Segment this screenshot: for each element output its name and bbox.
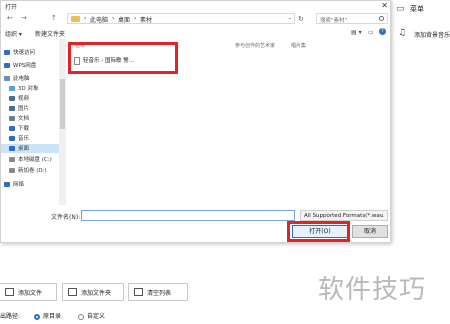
preview-pane-icon[interactable]: ▭ xyxy=(368,29,374,36)
open-file-dialog: 打开 ✕ ← → ↑ › 此电脑 › 桌面 › 素材 ⌄ ↻ 搜索"素材" 组织… xyxy=(0,0,391,243)
trash-icon xyxy=(134,288,143,296)
sidebar-item-pictures[interactable]: 图片 xyxy=(9,104,29,112)
close-icon[interactable]: ✕ xyxy=(381,1,388,10)
watermark: 软件技巧 xyxy=(318,275,427,305)
add-folder-button[interactable]: 添加文件夹 xyxy=(62,283,124,301)
add-file-icon xyxy=(5,288,14,296)
organize-button[interactable]: 组织 ▾ xyxy=(5,29,22,38)
network-icon xyxy=(4,182,10,187)
breadcrumb-sep: › xyxy=(84,15,87,22)
sidebar-item-documents[interactable]: 文档 xyxy=(9,114,29,122)
download-icon xyxy=(9,126,15,131)
breadcrumb-desktop[interactable]: 桌面 xyxy=(118,15,130,24)
search-placeholder: 搜索"素材" xyxy=(320,18,348,24)
sidebar-item-videos[interactable]: 视频 xyxy=(9,94,29,102)
desktop-icon xyxy=(9,146,15,151)
chevron-down-icon: ⌄ xyxy=(380,213,385,219)
disk-icon xyxy=(9,157,15,162)
chevron-down-icon[interactable]: ⌄ xyxy=(288,15,292,21)
sidebar-item-drive-c[interactable]: 本地磁盘 (C:) xyxy=(9,155,52,163)
breadcrumb-sep: › xyxy=(112,15,115,22)
forward-arrow-icon[interactable]: → xyxy=(21,14,27,22)
navigation-pane: 快速访问 WPS网盘 此电脑 3D 对象 视频 图片 文档 下载 音乐 桌面 本… xyxy=(1,45,59,205)
radio-unchecked[interactable] xyxy=(78,313,84,320)
column-header-artists[interactable]: 参与创作的艺术家 xyxy=(235,42,275,49)
star-icon xyxy=(4,50,10,55)
cloud-icon xyxy=(4,63,10,68)
add-bgm-button[interactable]: 添加背景音乐 xyxy=(414,30,450,39)
music-icon xyxy=(9,136,15,141)
music-note-icon: ♫ xyxy=(398,28,407,38)
breadcrumb-material[interactable]: 素材 xyxy=(140,15,152,24)
folder-icon xyxy=(71,16,80,22)
file-type-value: All Supported Formats(*.wav xyxy=(304,213,383,219)
up-arrow-icon[interactable]: ↑ xyxy=(51,14,57,22)
refresh-icon[interactable]: ↻ xyxy=(298,15,304,23)
dialog-titlebar: 打开 ✕ xyxy=(1,1,392,12)
search-icon xyxy=(379,16,384,21)
dialog-toolbar: 组织 ▾ 新建文件夹 ▤ ▾ ▭ ? xyxy=(1,26,392,38)
highlight-box-open xyxy=(287,221,350,242)
sidebar-item-network[interactable]: 网络 xyxy=(4,180,24,188)
menu-icon[interactable]: ▭ xyxy=(396,4,405,14)
sidebar-item-downloads[interactable]: 下载 xyxy=(9,124,29,132)
clear-list-button[interactable]: 清空列表 xyxy=(128,283,188,301)
breadcrumb-sep: › xyxy=(134,15,137,22)
breadcrumb-this-pc[interactable]: 此电脑 xyxy=(90,15,108,24)
address-bar[interactable]: › 此电脑 › 桌面 › 素材 ⌄ xyxy=(67,13,295,24)
sidebar-item-this-pc[interactable]: 此电脑 xyxy=(4,74,30,82)
sidebar-item-drive-d[interactable]: 新加卷 (D:) xyxy=(9,166,47,174)
option-custom[interactable]: 自定义 xyxy=(78,311,105,320)
sidebar-item-wps-cloud[interactable]: WPS网盘 xyxy=(4,61,36,69)
computer-icon xyxy=(4,76,10,81)
sidebar-scrollbar[interactable] xyxy=(59,39,66,205)
sidebar-item-quick-access[interactable]: 快速访问 xyxy=(4,48,35,56)
menu-button[interactable]: 菜单 xyxy=(410,4,424,14)
sidebar-item-desktop[interactable]: 桌面 xyxy=(1,144,59,153)
highlight-box-file xyxy=(68,42,178,74)
option-original-dir[interactable]: 原目录 xyxy=(34,311,61,320)
output-path-label: 出路径: xyxy=(0,313,21,320)
help-icon[interactable]: ? xyxy=(379,28,386,35)
document-icon xyxy=(9,116,15,121)
add-file-button[interactable]: 添加文件 xyxy=(0,283,57,301)
dialog-title: 打开 xyxy=(5,4,18,11)
scrollbar-thumb[interactable] xyxy=(60,79,65,129)
file-type-select[interactable]: All Supported Formats(*.wav ⌄ xyxy=(300,210,388,221)
sidebar-item-3d-objects[interactable]: 3D 对象 xyxy=(9,84,38,92)
picture-icon xyxy=(9,106,15,111)
radio-checked[interactable] xyxy=(34,313,40,320)
new-folder-button[interactable]: 新建文件夹 xyxy=(35,29,65,38)
filename-label: 文件名(N): xyxy=(51,214,81,221)
disk-icon xyxy=(9,168,15,173)
search-input[interactable]: 搜索"素材" xyxy=(316,13,388,24)
add-folder-icon xyxy=(68,288,77,296)
filename-input[interactable] xyxy=(81,210,295,221)
cancel-button[interactable]: 取消 xyxy=(352,225,388,238)
cube-icon xyxy=(9,86,15,91)
column-header-album[interactable]: 唱片集 xyxy=(291,42,306,49)
back-arrow-icon[interactable]: ← xyxy=(7,14,13,22)
navigation-bar: ← → ↑ › 此电脑 › 桌面 › 素材 ⌄ ↻ 搜索"素材" xyxy=(1,12,392,25)
view-options-icon[interactable]: ▤ ▾ xyxy=(351,29,362,36)
video-icon xyxy=(9,96,15,101)
sidebar-item-music[interactable]: 音乐 xyxy=(9,134,29,142)
